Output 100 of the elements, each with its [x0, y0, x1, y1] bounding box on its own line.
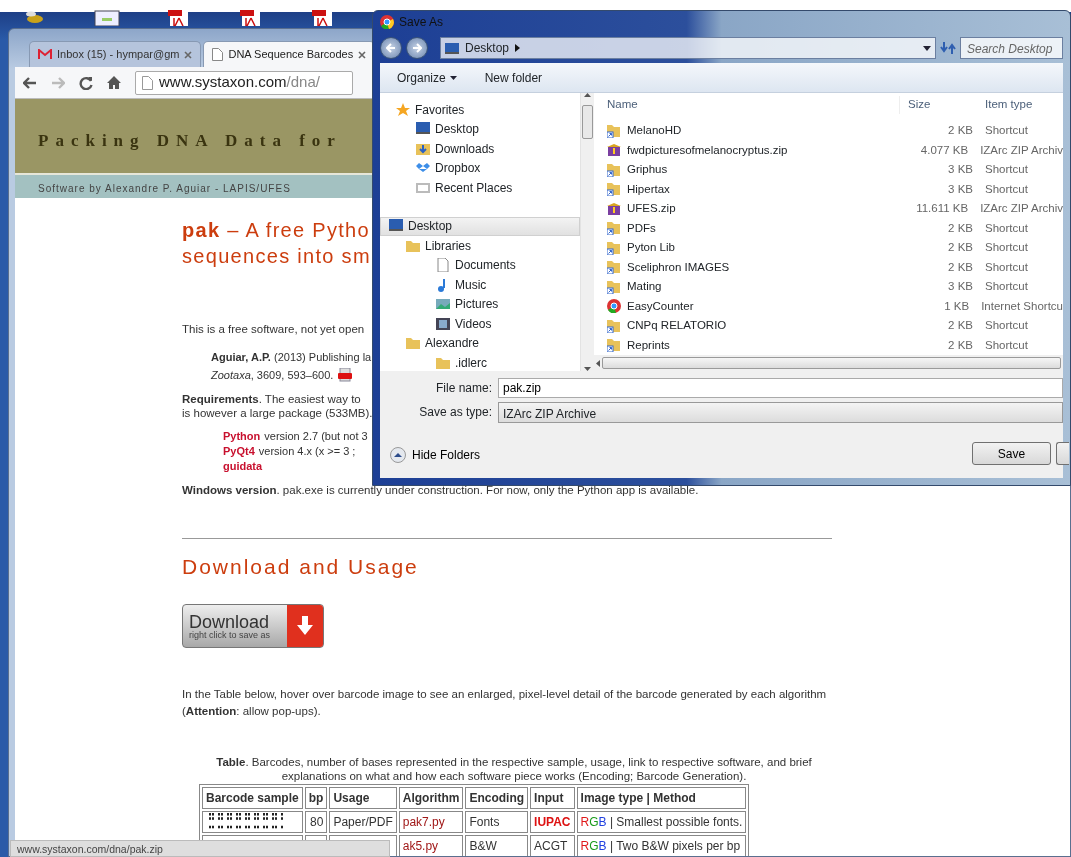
column-header[interactable]: Item type: [973, 96, 1033, 114]
back-button[interactable]: [380, 37, 402, 59]
dependency-link[interactable]: PyQt4: [223, 444, 255, 460]
hide-folders-button[interactable]: Hide Folders: [390, 446, 481, 464]
nav-item[interactable]: Favorites: [396, 100, 580, 120]
column-header[interactable]: Name: [594, 96, 899, 114]
toolbar-button[interactable]: New folder: [484, 68, 543, 87]
shortcut-folder-icon: [607, 260, 621, 275]
paragraph: In the Table below, hover over barcode image to see an enlarged, pixel-level detail of the barcode generated by each algorithm (Attention: allow pop-ups).: [182, 687, 828, 720]
dependency-text: version 2.7 (but not 3: [264, 429, 368, 445]
file-name[interactable]: fwdpicturesofmelanocryptus.zip: [627, 141, 788, 159]
column-header: Encoding: [465, 786, 529, 809]
back-icon: [386, 43, 396, 53]
paragraph-line: Requirements. The easiest way to: [182, 392, 361, 407]
column-header: Barcode sample: [202, 786, 303, 809]
forward-icon: [412, 43, 422, 53]
page-icon: [212, 48, 224, 61]
download-arrow-icon: [296, 616, 314, 636]
nav-item[interactable]: Documents: [436, 255, 580, 275]
file-size: 2 KB: [948, 260, 973, 273]
file-type: Shortcut: [985, 221, 1028, 234]
location-bar[interactable]: Desktop: [440, 37, 936, 59]
nav-item[interactable]: Videos: [436, 314, 580, 334]
reload-icon[interactable]: [79, 75, 93, 90]
banner-title: Packing DNA Data for: [38, 129, 342, 152]
paragraph-line: is however a large package (533MB).: [182, 406, 373, 421]
file-name-field[interactable]: pak.zip: [498, 378, 1063, 398]
file-name[interactable]: UFES.zip: [627, 200, 676, 218]
nav-item[interactable]: Desktop: [416, 119, 580, 139]
file-name[interactable]: PDFs: [627, 219, 656, 237]
barcode-image[interactable]: [206, 813, 286, 830]
window-icon[interactable]: [94, 10, 120, 26]
monitor-icon: [389, 219, 403, 234]
picture-icon: [436, 297, 450, 312]
scrollbar[interactable]: [594, 355, 1063, 371]
shortcut-folder-icon: [607, 221, 621, 236]
film-icon: [436, 316, 450, 331]
file-type: Shortcut: [985, 182, 1028, 195]
file-type: Shortcut: [985, 280, 1028, 293]
file-name[interactable]: EasyCounter: [627, 297, 694, 315]
close-icon[interactable]: [358, 50, 367, 59]
nav-item[interactable]: Recent Places: [416, 178, 580, 198]
field-label: File name:: [434, 380, 493, 397]
search-field[interactable]: Search Desktop: [960, 37, 1063, 59]
file-name[interactable]: Pyton Lib: [627, 239, 675, 257]
section-heading: Download and Usage: [182, 553, 420, 580]
file-size: 4.077 KB: [920, 143, 969, 156]
dependency-text: version 4.x (x >= 3 ;: [258, 444, 356, 460]
home-icon[interactable]: [107, 76, 121, 89]
scroll-left-icon[interactable]: [596, 359, 600, 367]
save-button[interactable]: Save: [972, 442, 1051, 465]
scrollbar[interactable]: [580, 93, 594, 371]
table-cell: Fonts: [469, 814, 500, 829]
dependency-link[interactable]: Python: [223, 429, 261, 445]
url-text: www.systaxon.com/dna/: [159, 72, 320, 93]
nav-item[interactable]: Dropbox: [416, 158, 580, 178]
dialog-title: Save As: [399, 14, 444, 31]
file-size: 2 KB: [948, 319, 973, 332]
nav-item[interactable]: Alexandre: [406, 333, 580, 353]
column-header[interactable]: Size: [899, 96, 973, 114]
file-name[interactable]: Griphus: [627, 161, 668, 179]
nav-item[interactable]: Desktop: [380, 216, 580, 236]
nav-item[interactable]: Libraries: [406, 236, 580, 256]
file-type: Shortcut: [985, 163, 1028, 176]
file-name[interactable]: Hipertax: [627, 180, 670, 198]
nav-item[interactable]: Pictures: [436, 294, 580, 314]
collapse-icon: [390, 447, 406, 463]
file-name[interactable]: MelanoHD: [627, 122, 682, 140]
file-type: Shortcut: [985, 241, 1028, 254]
cancel-button[interactable]: [1056, 442, 1069, 465]
nav-item[interactable]: .idlerc: [436, 353, 580, 371]
address-bar[interactable]: www.systaxon.com/dna/: [135, 70, 353, 95]
file-type-select[interactable]: IZArc ZIP Archive: [498, 401, 1063, 423]
table-cell: RGB | Two B&W pixels per bp: [580, 838, 741, 853]
close-icon[interactable]: [184, 50, 193, 59]
toolbar-button[interactable]: Organize: [397, 68, 457, 87]
back-icon[interactable]: [23, 76, 37, 89]
file-name[interactable]: Mating: [627, 278, 662, 296]
archive-icon: [607, 201, 621, 216]
file-size: 2 KB: [948, 338, 973, 351]
file-name[interactable]: CNPq RELATORIO: [627, 317, 727, 335]
download-button[interactable]: Download right click to save as: [182, 604, 324, 648]
chevron-icon[interactable]: [515, 44, 521, 52]
browser-tab[interactable]: Inbox (15) - hympar@gm: [29, 41, 202, 67]
byline: Software by Alexandre P. Aguiar - LAPIS/UFES: [38, 183, 291, 194]
file-size: 3 KB: [948, 182, 973, 195]
file-name[interactable]: Sceliphron IMAGES: [627, 258, 730, 276]
caret-icon: [449, 75, 457, 80]
refresh-icon[interactable]: [940, 40, 956, 56]
dropdown-icon[interactable]: [923, 45, 931, 51]
scrollbar-thumb[interactable]: [582, 105, 593, 139]
dependency-link[interactable]: guidata: [223, 459, 263, 475]
pdf-icon[interactable]: [337, 368, 354, 383]
nav-item[interactable]: Music: [436, 275, 580, 295]
heading-line: sequences into sm: [182, 244, 371, 269]
forward-button[interactable]: [406, 37, 428, 59]
nav-item[interactable]: Downloads: [416, 139, 580, 159]
file-type: IZArc ZIP Archiv: [980, 143, 1063, 156]
table-cell: IUPAC: [534, 814, 571, 829]
file-name[interactable]: Reprints: [627, 336, 670, 354]
